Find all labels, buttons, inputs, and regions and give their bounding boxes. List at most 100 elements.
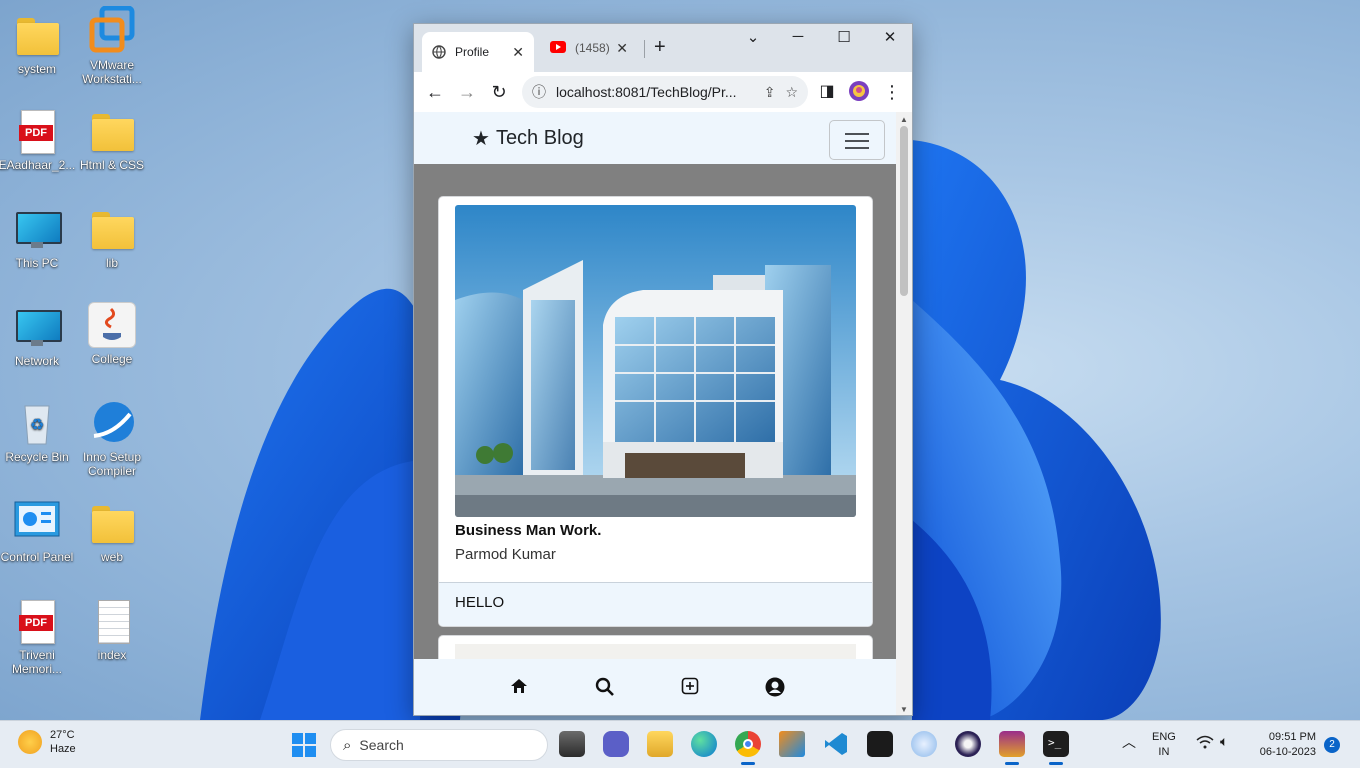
home-icon[interactable] (507, 677, 531, 699)
weather-widget[interactable]: 27°C Haze (18, 729, 76, 755)
reload-icon[interactable]: ↻ (487, 80, 511, 104)
svg-text:♻: ♻ (30, 415, 44, 434)
desktop-icon-label: index (97, 648, 127, 662)
desktop-icon-network[interactable]: Network (0, 304, 76, 368)
desktop-icon-label: EAadhaar_2... (0, 158, 76, 172)
clock[interactable]: 09:51 PM 06-10-2023 (1256, 730, 1316, 760)
desktop-icon-web[interactable]: web (73, 500, 151, 564)
notification-badge[interactable]: 2 (1324, 737, 1340, 753)
vscode-icon[interactable] (823, 731, 849, 757)
add-post-icon[interactable] (678, 677, 702, 699)
browser-toolbar: ← → ↻ ⓘ localhost:8081/TechBlog/Pr... ⇪ … (414, 72, 912, 112)
control-panel-icon (13, 500, 61, 546)
chevron-up-icon[interactable]: ︿ (1122, 735, 1136, 750)
app-icon[interactable] (911, 731, 937, 757)
edge-icon[interactable] (691, 731, 717, 757)
share-icon[interactable]: ⇪ (764, 84, 776, 101)
recycle-bin-icon: ♻ (13, 400, 61, 446)
pdf-file-icon: PDF (13, 598, 61, 644)
tab-label: Profile (455, 45, 490, 59)
navbar-toggler-button[interactable] (829, 120, 885, 160)
scroll-down-arrow-icon[interactable]: ▼ (900, 705, 908, 714)
site-info-icon[interactable]: ⓘ (532, 82, 546, 102)
page-viewport: ★ Tech Blog Business Man Work. Parmod Ku… (414, 112, 898, 715)
network-icon (13, 304, 62, 350)
search-placeholder: Search (359, 737, 404, 753)
folder-icon (13, 12, 61, 58)
back-arrow-icon[interactable]: ← (423, 80, 447, 104)
chrome-icon[interactable] (735, 731, 761, 765)
desktop-icon-label: Network (14, 354, 59, 368)
desktop-icon-label: Control Panel (0, 550, 74, 564)
maximize-button[interactable]: ☐ (826, 28, 862, 46)
desktop-icon-label: College (91, 352, 133, 366)
desktop-icon-control-panel[interactable]: Control Panel (0, 500, 76, 564)
tab-close-icon[interactable]: ✕ (616, 40, 628, 57)
desktop-icon-vmware[interactable]: VMware Workstati... (73, 5, 151, 86)
profile-icon[interactable] (763, 677, 787, 699)
star-icon: ★ (472, 128, 490, 150)
site-brand[interactable]: ★ Tech Blog (472, 126, 584, 151)
desktop-icon-index[interactable]: index (73, 598, 151, 662)
task-view-icon[interactable] (559, 731, 585, 757)
browser-window: Profile ✕ (1458) Y ✕ + ⌄ ─ ☐ ✕ ← → ↻ ⓘ l… (413, 23, 913, 716)
tab-strip: Profile ✕ (1458) Y ✕ + ⌄ ─ ☐ ✕ (414, 24, 912, 72)
page-scrollbar[interactable]: ▲ ▼ (896, 112, 912, 715)
tab-search-button[interactable]: ⌄ (735, 28, 771, 46)
weather-description: Haze (50, 743, 76, 755)
post-title: Business Man Work. (455, 522, 602, 539)
desktop-icon-inno-setup[interactable]: Inno Setup Compiler (73, 400, 151, 478)
search-icon[interactable] (593, 677, 617, 699)
post-footer-text: HELLO (439, 582, 872, 626)
tab-label: (1458) Y (575, 41, 612, 55)
text-document-icon (88, 598, 136, 644)
bookmark-star-icon[interactable]: ☆ (785, 84, 798, 101)
taskbar-search-box[interactable]: ⌕ Search (330, 729, 548, 761)
eclipse-icon[interactable] (955, 731, 981, 757)
minimize-button[interactable]: ─ (780, 28, 816, 45)
desktop-icon-recycle-bin[interactable]: ♻ Recycle Bin (0, 400, 76, 464)
side-panel-icon[interactable]: ◨ (815, 80, 839, 104)
tab-profile[interactable]: Profile ✕ (422, 32, 534, 72)
post-card[interactable]: Business Man Work. Parmod Kumar HELLO (438, 196, 873, 627)
address-bar[interactable]: ⓘ localhost:8081/TechBlog/Pr... ⇪ ☆ (522, 76, 808, 108)
close-window-button[interactable]: ✕ (872, 28, 908, 46)
language-indicator[interactable]: ENG IN (1152, 730, 1176, 760)
folder-icon (88, 206, 136, 252)
teams-icon[interactable] (603, 731, 629, 757)
tab-close-icon[interactable]: ✕ (512, 44, 524, 61)
desktop-icon-eaadhaar[interactable]: PDF EAadhaar_2... (0, 108, 76, 172)
file-explorer-icon[interactable] (647, 731, 673, 757)
new-tab-button[interactable]: + (654, 36, 666, 59)
desktop-icon-system[interactable]: system (0, 12, 76, 76)
desktop-icon-lib[interactable]: lib (73, 206, 151, 270)
java-icon (88, 302, 136, 348)
menu-kebab-icon[interactable]: ⋮ (880, 80, 904, 104)
desktop-icon-triveni[interactable]: PDF Triveni Memori... (0, 598, 76, 676)
desktop-icon-label: This PC (15, 256, 59, 270)
haze-weather-icon (18, 730, 42, 754)
windows-start-icon[interactable] (292, 733, 316, 757)
wifi-icon[interactable] (1196, 735, 1214, 752)
post-author: Parmod Kumar (455, 546, 556, 563)
terminal-app-icon[interactable] (867, 731, 893, 757)
speaker-icon[interactable]: 🔈︎ (1220, 734, 1228, 749)
command-prompt-icon[interactable]: >_ (1043, 731, 1069, 765)
post-image (455, 205, 856, 517)
scroll-up-arrow-icon[interactable]: ▲ (900, 115, 908, 124)
desktop-icon-label: web (100, 550, 123, 564)
virtualbox-icon[interactable] (779, 731, 805, 757)
address-url[interactable]: localhost:8081/TechBlog/Pr... (556, 84, 754, 100)
desktop-icon-college[interactable]: College (73, 302, 151, 366)
forward-arrow-icon[interactable]: → (455, 80, 479, 104)
desktop-icon-label: VMware Workstati... (82, 58, 142, 86)
desktop-icon-html-css[interactable]: Html & CSS (73, 108, 151, 172)
youtube-icon (550, 41, 566, 55)
region-code: IN (1158, 746, 1170, 758)
scrollbar-thumb[interactable] (900, 126, 908, 296)
profile-avatar[interactable] (847, 80, 871, 104)
jetbrains-icon[interactable] (999, 731, 1025, 765)
tab-separator (644, 40, 645, 58)
tab-youtube[interactable]: (1458) Y ✕ (540, 32, 638, 64)
desktop-icon-this-pc[interactable]: This PC (0, 206, 76, 270)
